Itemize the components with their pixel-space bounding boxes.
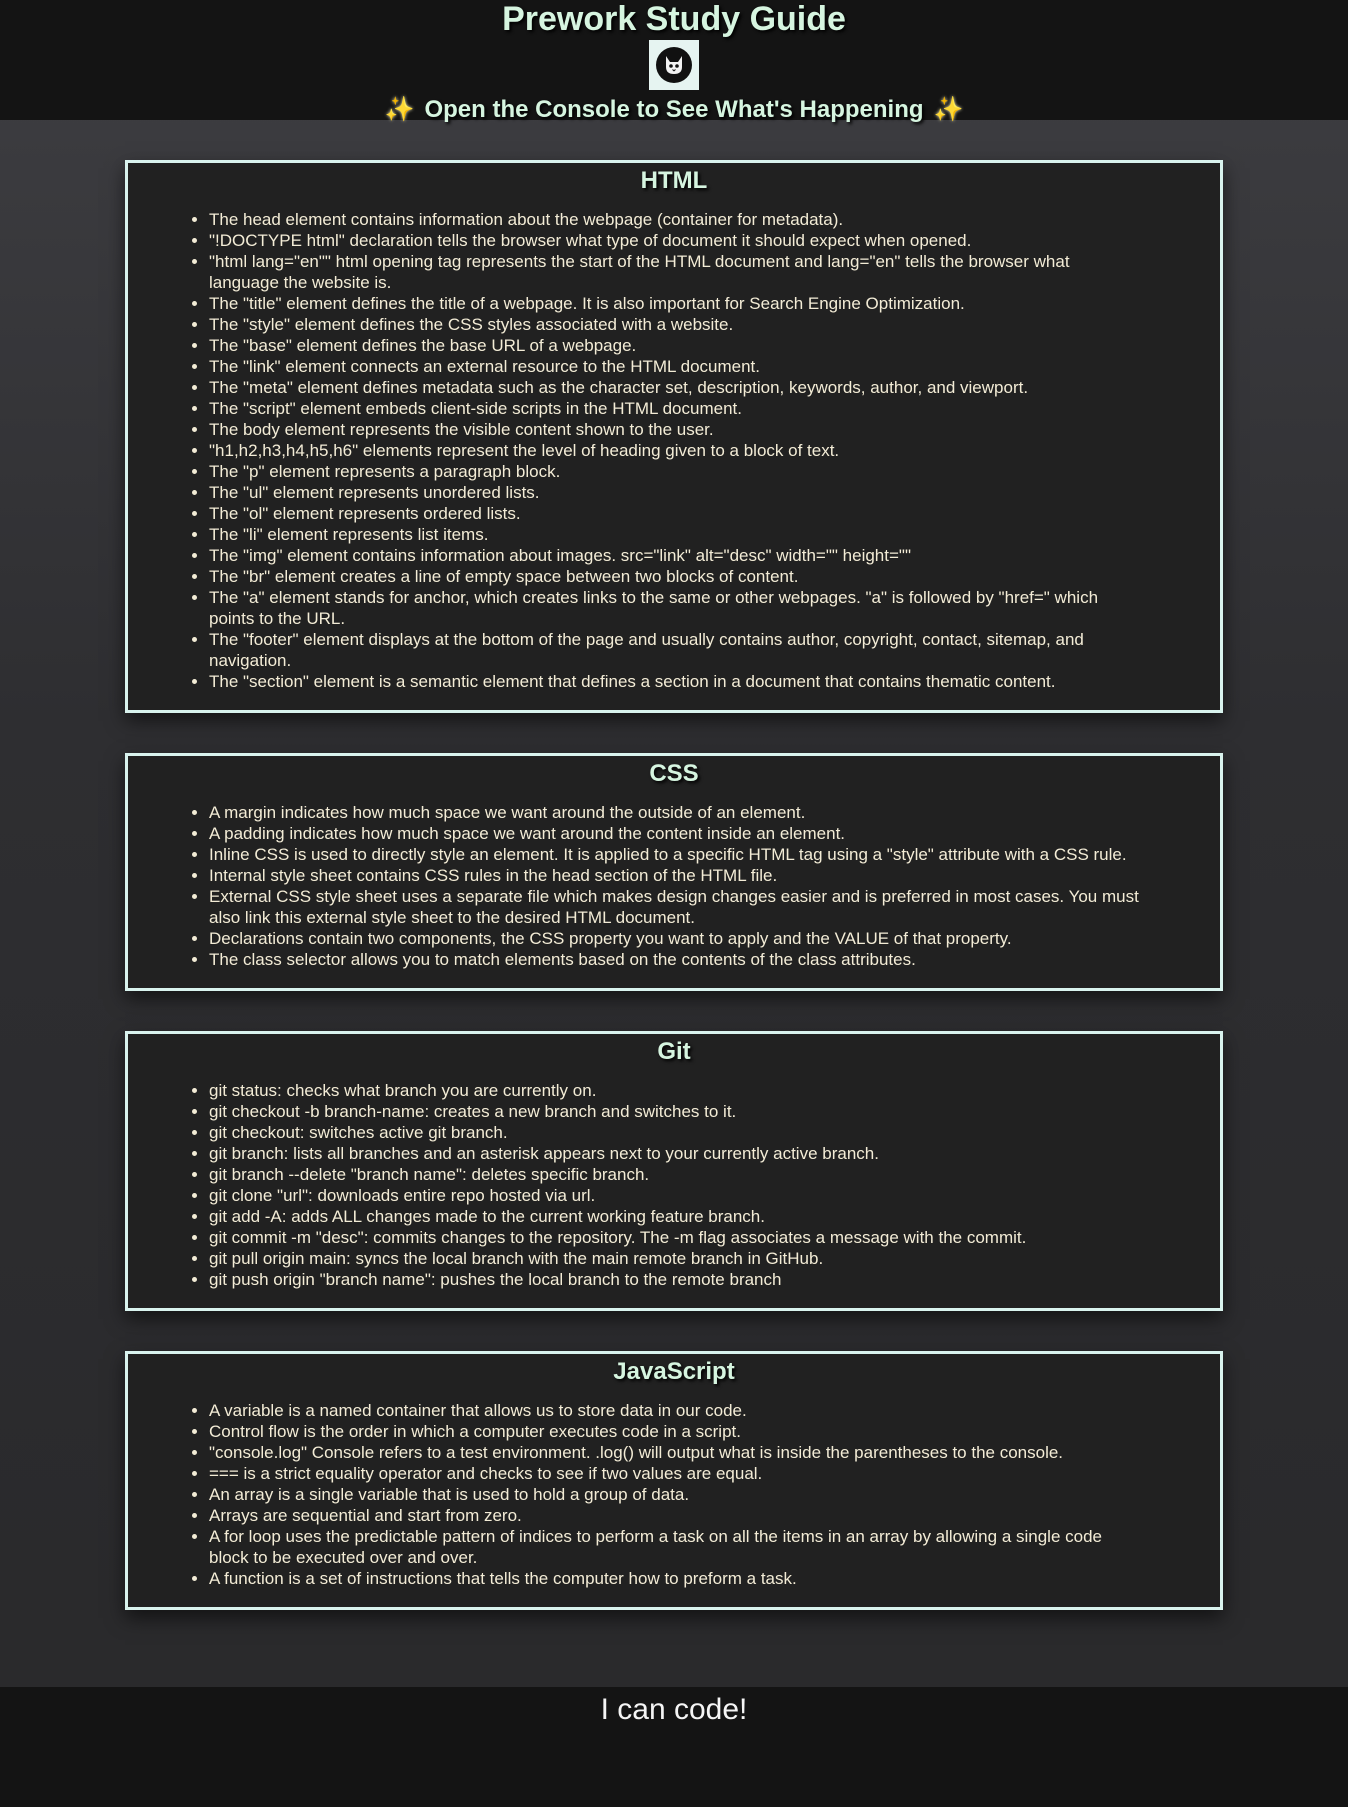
page-title: Prework Study Guide: [502, 0, 846, 38]
list-item: The class selector allows you to match e…: [209, 949, 1140, 970]
list-item: A for loop uses the predictable pattern …: [209, 1526, 1140, 1568]
console-subtitle-text: Open the Console to See What's Happening: [424, 96, 924, 123]
section-title: CSS: [649, 760, 699, 787]
list-item: The "a" element stands for anchor, which…: [209, 587, 1140, 629]
cat-logo-icon: [649, 40, 699, 90]
footer-text: I can code!: [600, 1693, 748, 1726]
page-header: Prework Study Guide ✨ Open the Console to…: [0, 0, 1348, 123]
list-item: git push origin "branch name": pushes th…: [209, 1269, 1140, 1290]
list-item: A function is a set of instructions that…: [209, 1568, 1140, 1589]
list-item: The "li" element represents list items.: [209, 524, 1140, 545]
sparkle-icon: ✨: [933, 96, 964, 123]
list-item: The "meta" element defines metadata such…: [209, 377, 1140, 398]
list-item: "!DOCTYPE html" declaration tells the br…: [209, 230, 1140, 251]
list-item: The head element contains information ab…: [209, 209, 1140, 230]
list-item: The "section" element is a semantic elem…: [209, 671, 1140, 692]
list-item: Declarations contain two components, the…: [209, 928, 1140, 949]
section-title: JavaScript: [613, 1358, 735, 1385]
main-content: HTML The head element contains informati…: [0, 120, 1348, 1610]
section-css: CSS A margin indicates how much space we…: [125, 753, 1223, 991]
section-title: Git: [657, 1038, 691, 1065]
list-item: Control flow is the order in which a com…: [209, 1421, 1140, 1442]
list-item: git commit -m "desc": commits changes to…: [209, 1227, 1140, 1248]
list-item: The "base" element defines the base URL …: [209, 335, 1140, 356]
list-item: Internal style sheet contains CSS rules …: [209, 865, 1140, 886]
list-item: git checkout -b branch-name: creates a n…: [209, 1101, 1140, 1122]
list-item: The "footer" element displays at the bot…: [209, 629, 1140, 671]
list-item: git checkout: switches active git branch…: [209, 1122, 1140, 1143]
list-item: A variable is a named container that all…: [209, 1400, 1140, 1421]
list-item: The "ul" element represents unordered li…: [209, 482, 1140, 503]
section-html: HTML The head element contains informati…: [125, 160, 1223, 713]
section-list: git status: checks what branch you are c…: [128, 1080, 1220, 1290]
list-item: External CSS style sheet uses a separate…: [209, 886, 1140, 928]
list-item: git branch --delete "branch name": delet…: [209, 1164, 1140, 1185]
list-item: A margin indicates how much space we wan…: [209, 802, 1140, 823]
section-list: A margin indicates how much space we wan…: [128, 802, 1220, 970]
section-title: HTML: [640, 167, 708, 194]
list-item: The "title" element defines the title of…: [209, 293, 1140, 314]
section-javascript: JavaScript A variable is a named contain…: [125, 1351, 1223, 1610]
list-item: git clone "url": downloads entire repo h…: [209, 1185, 1140, 1206]
list-item: "html lang="en"" html opening tag repres…: [209, 251, 1140, 293]
list-item: The "p" element represents a paragraph b…: [209, 461, 1140, 482]
list-item: "h1,h2,h3,h4,h5,h6" elements represent t…: [209, 440, 1140, 461]
section-list: A variable is a named container that all…: [128, 1400, 1220, 1589]
sparkle-icon: ✨: [384, 96, 415, 123]
list-item: Inline CSS is used to directly style an …: [209, 844, 1140, 865]
list-item: The "style" element defines the CSS styl…: [209, 314, 1140, 335]
section-list: The head element contains information ab…: [128, 209, 1220, 692]
list-item: The "ol" element represents ordered list…: [209, 503, 1140, 524]
list-item: The "br" element creates a line of empty…: [209, 566, 1140, 587]
list-item: "console.log" Console refers to a test e…: [209, 1442, 1140, 1463]
list-item: The "link" element connects an external …: [209, 356, 1140, 377]
page-footer: I can code!: [0, 1687, 1348, 1807]
list-item: Arrays are sequential and start from zer…: [209, 1505, 1140, 1526]
list-item: git add -A: adds ALL changes made to the…: [209, 1206, 1140, 1227]
list-item: The "img" element contains information a…: [209, 545, 1140, 566]
list-item: git pull origin main: syncs the local br…: [209, 1248, 1140, 1269]
list-item: git branch: lists all branches and an as…: [209, 1143, 1140, 1164]
list-item: git status: checks what branch you are c…: [209, 1080, 1140, 1101]
list-item: === is a strict equality operator and ch…: [209, 1463, 1140, 1484]
console-subtitle: ✨ Open the Console to See What's Happenin…: [0, 96, 1348, 124]
list-item: A padding indicates how much space we wa…: [209, 823, 1140, 844]
list-item: The body element represents the visible …: [209, 419, 1140, 440]
list-item: An array is a single variable that is us…: [209, 1484, 1140, 1505]
list-item: The "script" element embeds client-side …: [209, 398, 1140, 419]
section-git: Git git status: checks what branch you a…: [125, 1031, 1223, 1311]
